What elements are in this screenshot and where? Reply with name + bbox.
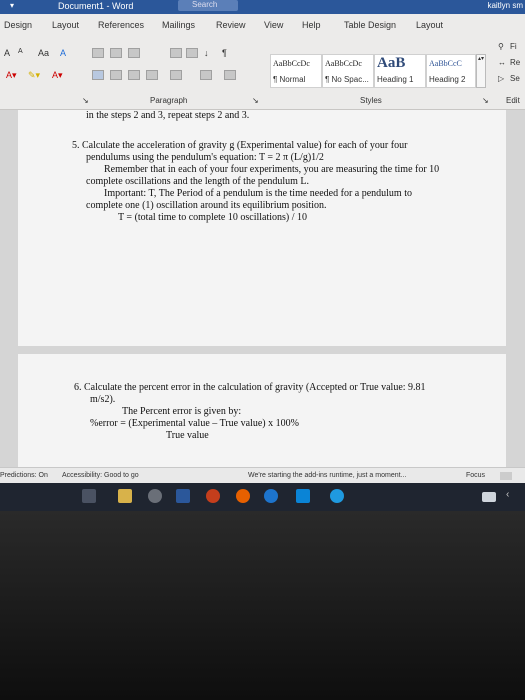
- style-normal[interactable]: AaBbCcDc ¶ Normal: [270, 54, 322, 88]
- find-icon[interactable]: ⚲: [498, 42, 504, 51]
- chevron-up-icon[interactable]: ‹: [506, 489, 520, 503]
- replace-label[interactable]: Re: [510, 58, 520, 67]
- line-spacing-icon[interactable]: [170, 70, 182, 80]
- accessibility-status[interactable]: Accessibility: Good to go: [62, 472, 139, 479]
- addins-status: We're starting the add-ins runtime, just…: [248, 472, 407, 479]
- tab-mailings[interactable]: Mailings: [162, 20, 195, 30]
- powerpoint-icon[interactable]: [206, 489, 220, 503]
- grow-font-button[interactable]: A: [4, 48, 10, 58]
- item5-line7: T = (total time to complete 10 oscillati…: [118, 212, 308, 223]
- item5-line2: pendulums using the pendulum's equation:…: [86, 152, 324, 163]
- item6-line1: 6. Calculate the percent error in the ca…: [74, 382, 426, 393]
- style-name: ¶ No Spac...: [325, 75, 369, 84]
- taskbar: ‹: [0, 483, 525, 511]
- select-icon[interactable]: ▷: [498, 74, 504, 83]
- search-box[interactable]: Search: [178, 0, 238, 11]
- app-icon[interactable]: [264, 489, 278, 503]
- decrease-indent-icon[interactable]: [170, 48, 182, 58]
- style-preview: AaBbCcDc: [325, 59, 362, 68]
- styles-group-label: Styles: [360, 96, 382, 105]
- item5-line3: Remember that in each of your four exper…: [104, 164, 440, 175]
- tab-view[interactable]: View: [264, 20, 283, 30]
- tab-table-layout[interactable]: Layout: [416, 20, 443, 30]
- edge-icon[interactable]: [330, 489, 344, 503]
- status-bar: Predictions: On Accessibility: Good to g…: [0, 467, 525, 483]
- change-case-button[interactable]: Aa: [38, 48, 49, 58]
- replace-icon[interactable]: ↔: [498, 58, 506, 67]
- paragraph-dialog-icon[interactable]: ↘: [82, 96, 89, 105]
- quick-access-chevron-icon[interactable]: ▾: [10, 1, 14, 10]
- font-color-icon[interactable]: A▾: [52, 70, 63, 81]
- paragraph-group-label: Paragraph: [150, 96, 188, 105]
- shrink-font-button[interactable]: A: [18, 48, 23, 55]
- item6-line2: m/s2).: [90, 394, 116, 405]
- style-name: ¶ Normal: [273, 75, 306, 84]
- style-no-spacing[interactable]: AaBbCcDc ¶ No Spac...: [322, 54, 374, 88]
- borders-icon[interactable]: [224, 70, 236, 80]
- item6-line5: True value: [166, 430, 209, 441]
- settings-gear-icon[interactable]: [148, 489, 162, 503]
- item5-line1: 5. Calculate the acceleration of gravity…: [72, 140, 408, 151]
- style-heading-1[interactable]: AaB Heading 1: [374, 54, 426, 88]
- tab-layout[interactable]: Layout: [52, 20, 79, 30]
- tab-help[interactable]: Help: [302, 20, 321, 30]
- text-effects-icon[interactable]: A▾: [6, 70, 17, 81]
- justify-icon[interactable]: [146, 70, 158, 80]
- title-bar: ▾ Document1 - Word Search kaitlyn sm: [0, 0, 525, 14]
- align-left-icon[interactable]: [92, 70, 104, 80]
- tab-design[interactable]: Design: [4, 20, 32, 30]
- page[interactable]: in the steps 2 and 3, repeat steps 2 and…: [18, 110, 506, 346]
- view-mode-icon[interactable]: [500, 472, 512, 480]
- multilevel-list-icon[interactable]: [128, 48, 140, 58]
- style-name: Heading 1: [377, 75, 414, 84]
- paragraph-launcher-icon[interactable]: ↘: [252, 96, 259, 105]
- user-name[interactable]: kaitlyn sm: [487, 1, 523, 10]
- editing-group-label: Edit: [506, 96, 520, 105]
- task-view-icon[interactable]: [82, 489, 96, 503]
- window-title: Document1 - Word: [58, 1, 134, 11]
- styles-more-chevron-icon[interactable]: ▴▾: [476, 54, 486, 88]
- tab-references[interactable]: References: [98, 20, 144, 30]
- align-center-icon[interactable]: [110, 70, 122, 80]
- numbering-icon[interactable]: [110, 48, 122, 58]
- style-preview: AaBbCcDc: [273, 59, 310, 68]
- align-right-icon[interactable]: [128, 70, 140, 80]
- file-explorer-icon[interactable]: [118, 489, 132, 503]
- clear-formatting-button[interactable]: A: [60, 48, 66, 58]
- item6-line3: The Percent error is given by:: [122, 406, 242, 417]
- document-area: in the steps 2 and 3, repeat steps 2 and…: [0, 110, 525, 467]
- find-label[interactable]: Fi: [510, 42, 517, 51]
- style-name: Heading 2: [429, 75, 466, 84]
- tab-review[interactable]: Review: [216, 20, 246, 30]
- style-preview: AaB: [377, 55, 406, 71]
- item6-line4: %error = (Experimental value – True valu…: [90, 418, 299, 429]
- sort-icon[interactable]: ↓: [204, 48, 209, 58]
- ribbon: Design Layout References Mailings Review…: [0, 14, 525, 110]
- item5-line5: Important: T, The Period of a pendulum i…: [104, 188, 412, 199]
- styles-launcher-icon[interactable]: ↘: [482, 96, 489, 105]
- item5-line6: complete one (1) oscillation around its …: [86, 200, 327, 211]
- word-icon[interactable]: [176, 489, 190, 503]
- cloud-icon[interactable]: [482, 492, 496, 502]
- desk-surface: [0, 511, 525, 700]
- style-preview: AaBbCcC: [429, 59, 462, 68]
- firefox-icon[interactable]: [236, 489, 250, 503]
- increase-indent-icon[interactable]: [186, 48, 198, 58]
- store-icon[interactable]: [296, 489, 310, 503]
- item5-line4: complete oscillations and the length of …: [86, 176, 310, 187]
- focus-button[interactable]: Focus: [466, 472, 485, 479]
- text-line: in the steps 2 and 3, repeat steps 2 and…: [86, 110, 250, 121]
- select-label[interactable]: Se: [510, 74, 520, 83]
- show-marks-icon[interactable]: ¶: [222, 48, 227, 58]
- style-heading-2[interactable]: AaBbCcC Heading 2: [426, 54, 476, 88]
- page[interactable]: 6. Calculate the percent error in the ca…: [18, 354, 506, 467]
- bullets-icon[interactable]: [92, 48, 104, 58]
- text-predictions-status[interactable]: Predictions: On: [0, 472, 48, 479]
- tab-table-design[interactable]: Table Design: [344, 20, 396, 30]
- shading-icon[interactable]: [200, 70, 212, 80]
- highlight-icon[interactable]: ✎▾: [28, 70, 40, 81]
